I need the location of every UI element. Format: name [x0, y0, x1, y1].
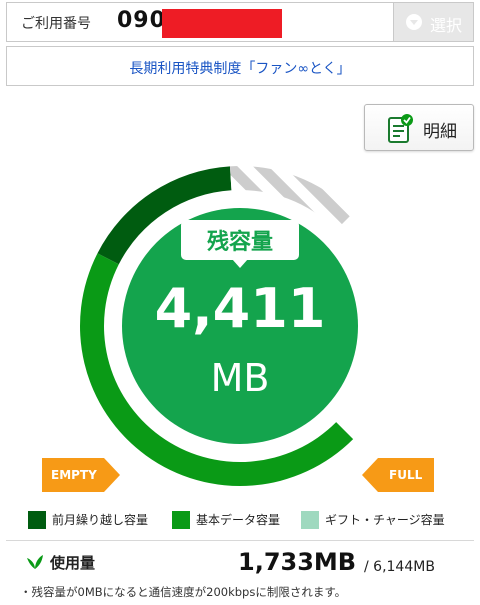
legend-swatch — [172, 511, 190, 529]
usage-value: 1,733MB — [238, 548, 357, 576]
speed-limit-note: ・残容量が0MBになると通信速度が200kbpsに制限されます。 — [20, 585, 347, 599]
remaining-value: 4,411 — [155, 277, 326, 340]
data-capacity-gauge: 残容量 4,411 MB — [80, 166, 358, 486]
legend-item-basic: 基本データ容量 — [172, 510, 302, 530]
long-term-benefit-bar: 長期利用特典制度「ファン∞とく」 — [6, 46, 474, 86]
leaf-icon — [27, 555, 43, 569]
divider — [6, 540, 474, 541]
legend-label: 前月繰り越し容量 — [52, 513, 149, 527]
bubble-label: 残容量 — [207, 229, 273, 255]
legend-swatch — [301, 511, 319, 529]
legend-label: ギフト・チャージ容量 — [325, 513, 445, 527]
empty-label: EMPTY — [51, 468, 97, 482]
legend-label: 基本データ容量 — [196, 513, 281, 527]
select-line-label: 選択 — [430, 16, 463, 35]
legend-item-carryover: 前月繰り越し容量 — [28, 510, 168, 530]
line-number-label: ご利用番号 — [21, 16, 91, 32]
legend-item-gift: ギフト・チャージ容量 — [301, 510, 471, 530]
legend-swatch — [28, 511, 46, 529]
select-line-button[interactable]: 選択 — [393, 3, 473, 41]
chevron-down-icon — [406, 14, 422, 30]
long-term-benefit-link[interactable]: 長期利用特典制度「ファン∞とく」 — [129, 58, 350, 78]
usage-total: / 6,144MB — [364, 559, 435, 575]
redacted-number-block — [162, 9, 282, 38]
usage-label: 使用量 — [50, 554, 96, 572]
empty-tag: EMPTY — [42, 458, 120, 492]
line-number-bar: ご利用番号 090 選択 — [6, 2, 474, 42]
remaining-unit: MB — [211, 356, 270, 400]
full-label: FULL — [389, 468, 423, 482]
full-tag: FULL — [362, 458, 434, 492]
line-number-value: 090 — [117, 8, 166, 33]
